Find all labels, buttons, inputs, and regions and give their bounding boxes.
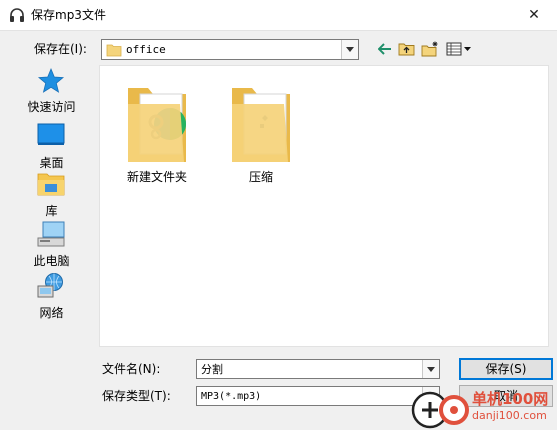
view-menu-button[interactable]	[444, 40, 474, 60]
window-title: 保存mp3文件	[31, 8, 106, 22]
sidebar-item-label: 库	[45, 204, 58, 218]
folder-icon	[128, 88, 186, 162]
watermark-logo-icon	[411, 391, 469, 429]
sidebar-item-network[interactable]: 网络	[9, 272, 94, 322]
file-name: 压缩	[248, 170, 273, 184]
new-folder-icon	[421, 41, 439, 60]
filename-label: 文件名(N):	[102, 362, 161, 376]
library-icon	[37, 173, 65, 196]
list-item[interactable]: 压缩	[216, 82, 306, 184]
computer-icon	[37, 221, 65, 247]
filetype-value: MP3(*.mp3)	[201, 391, 262, 402]
filename-input[interactable]: 分割	[196, 359, 440, 379]
save-button[interactable]: 保存(S)	[459, 358, 553, 380]
star-icon	[37, 67, 65, 93]
chevron-down-icon[interactable]	[422, 360, 439, 378]
watermark-url: danji100.com	[472, 409, 547, 422]
new-folder-button[interactable]	[420, 40, 440, 60]
file-list[interactable]: 新建文件夹 压缩	[99, 65, 549, 347]
watermark: 单机100网 danji100.com	[410, 388, 557, 430]
sidebar-item-quick-access[interactable]: 快速访问	[9, 66, 94, 116]
folder-up-icon	[398, 41, 415, 59]
sidebar-item-library[interactable]: 库	[9, 170, 94, 220]
filetype-dropdown[interactable]: MP3(*.mp3)	[196, 386, 440, 406]
sidebar-item-label: 快速访问	[27, 100, 76, 114]
chevron-down-icon[interactable]	[341, 40, 358, 59]
watermark-title: 单机100网	[472, 390, 549, 408]
view-list-icon	[446, 42, 472, 59]
sidebar-item-desktop[interactable]: 桌面	[9, 122, 94, 172]
folder-small-icon	[106, 43, 122, 60]
network-icon	[37, 273, 63, 298]
save-in-dropdown[interactable]: office	[101, 39, 359, 60]
title-bar: 保存mp3文件 ✕	[0, 0, 557, 31]
desktop-icon	[37, 123, 65, 145]
close-icon: ✕	[528, 7, 540, 23]
save-in-label: 保存在(I):	[34, 42, 87, 56]
list-item[interactable]: 新建文件夹	[112, 82, 202, 184]
back-button[interactable]	[375, 40, 395, 60]
places-sidebar: 快速访问 桌面 库 此电脑 网络	[9, 66, 94, 351]
close-button[interactable]: ✕	[511, 0, 557, 30]
sidebar-item-label: 此电脑	[33, 254, 70, 268]
file-name: 新建文件夹	[126, 170, 187, 184]
back-arrow-icon	[377, 42, 392, 58]
headphones-icon	[9, 7, 25, 23]
sidebar-item-label: 桌面	[39, 156, 64, 170]
sidebar-item-label: 网络	[39, 306, 64, 320]
save-in-value: office	[126, 43, 166, 56]
filename-value[interactable]: 分割	[201, 362, 223, 377]
folder-icon	[232, 88, 290, 162]
filetype-label: 保存类型(T):	[102, 389, 171, 403]
sidebar-item-this-pc[interactable]: 此电脑	[9, 220, 94, 270]
up-folder-button[interactable]	[396, 40, 416, 60]
